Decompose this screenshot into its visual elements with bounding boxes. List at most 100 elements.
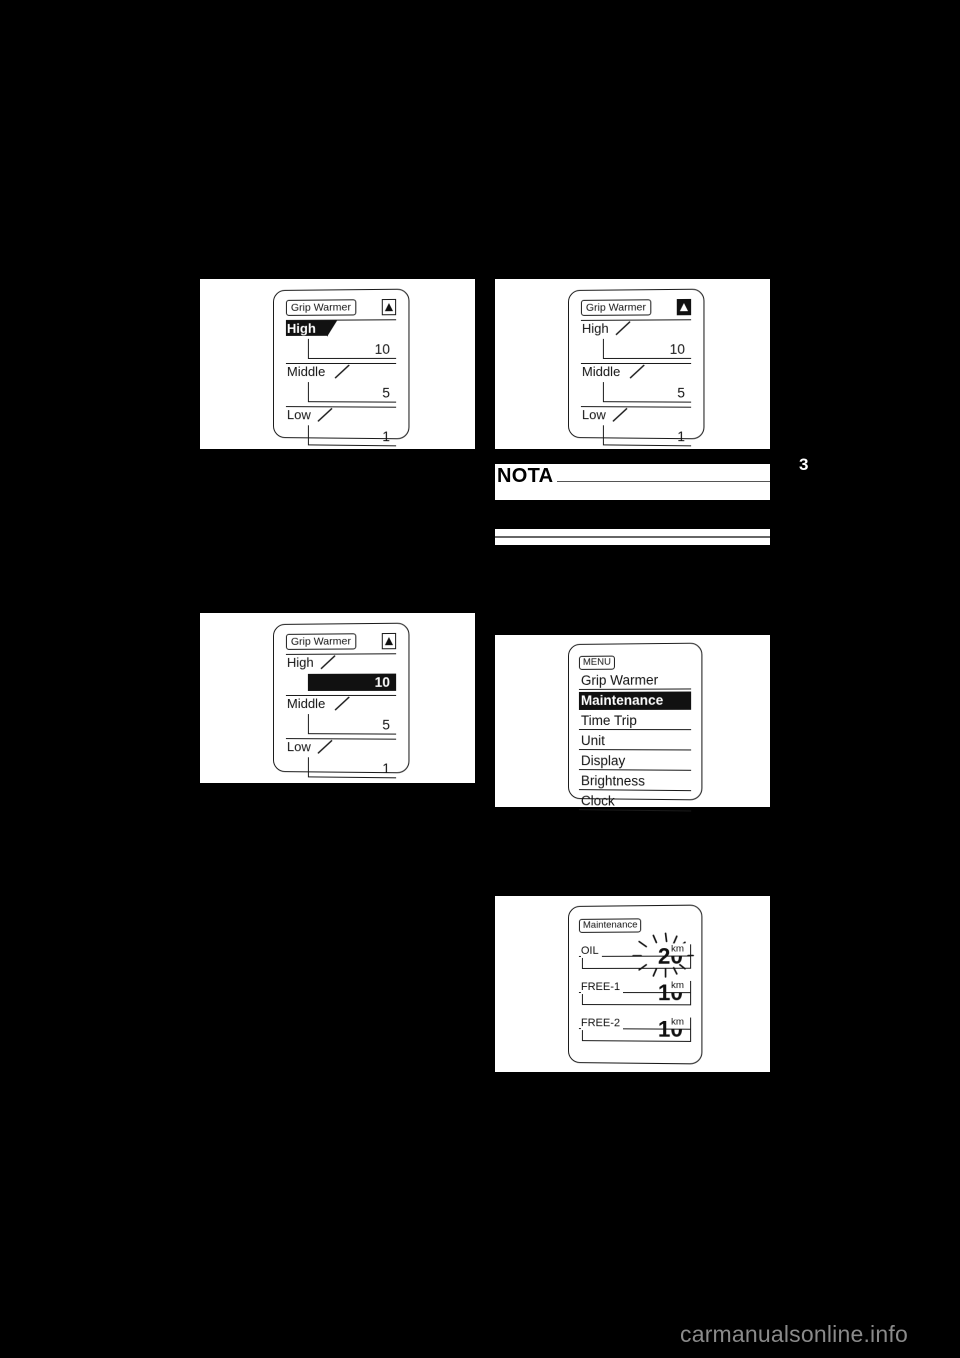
note-body-text <box>495 490 770 499</box>
note-heading-rule <box>557 481 770 482</box>
grip-value-row-high[interactable]: 10 <box>602 338 692 359</box>
maintenance-unit-oil: km <box>669 943 685 956</box>
lcd-title-chip: Grip Warmer <box>285 633 357 650</box>
grip-value-high: 10 <box>669 341 685 357</box>
menu-item-unit[interactable]: Unit <box>578 732 692 751</box>
up-arrow-outline-icon <box>381 298 397 316</box>
grip-value-row-high[interactable]: 10 <box>307 673 397 691</box>
grip-level-label-middle: Middle <box>285 695 328 712</box>
maintenance-unit-free-1: km <box>669 979 685 993</box>
grip-value-row-low[interactable]: 1 <box>602 425 692 447</box>
maintenance-row-free-2[interactable]: FREE-2 km 10 <box>578 1016 692 1042</box>
grip-level-label-high: High <box>580 320 611 336</box>
maintenance-row-free-1[interactable]: FREE-1 km 10 <box>578 979 692 1006</box>
slash-icon <box>334 696 350 711</box>
grip-value-low: 1 <box>382 428 390 445</box>
page-number-tab: 3 <box>799 455 809 474</box>
site-watermark: carmanualsonline.info <box>680 1321 908 1347</box>
lcd-panel: MENU Grip Warmer Maintenance Time Trip U… <box>568 642 703 812</box>
maintenance-label-oil: OIL <box>580 944 602 958</box>
lcd-title-chip: Maintenance <box>578 918 642 933</box>
grip-level-row-middle[interactable]: Middle <box>285 362 397 380</box>
note-block: NOTA <box>495 464 770 500</box>
slash-icon <box>320 655 336 670</box>
menu-item-label: Display <box>580 753 626 769</box>
menu-item-label: Maintenance <box>580 692 664 708</box>
grip-level-label-high: High <box>285 320 328 336</box>
menu-item-label: Unit <box>580 733 605 749</box>
grip-value-middle: 5 <box>677 385 685 401</box>
menu-item-display[interactable]: Display <box>578 752 692 771</box>
menu-item-label: Clock <box>580 793 615 809</box>
maintenance-unit-free-2: km <box>669 1016 685 1029</box>
lcd-title-row: Maintenance <box>578 914 691 933</box>
figure-grip-warmer-plain: Grip Warmer High 10 Middle 5 Low 1 <box>495 279 770 449</box>
grip-level-row-low[interactable]: Low <box>580 406 692 424</box>
lcd-title-row: Grip Warmer <box>580 298 692 316</box>
lcd-title-chip: MENU <box>578 655 615 670</box>
menu-item-label: Brightness <box>580 773 646 789</box>
lcd-panel: Grip Warmer High 10 Middle 5 Low 1 <box>273 622 410 779</box>
slash-icon <box>317 739 333 754</box>
figure-grip-warmer-high-selected: Grip Warmer High 10 Middle 5 Low 1 <box>200 279 475 449</box>
grip-level-label-middle: Middle <box>580 364 623 380</box>
slash-icon <box>317 407 333 422</box>
grip-level-row-low[interactable]: Low <box>285 738 397 756</box>
lcd-title-row: Grip Warmer <box>285 632 397 650</box>
note-closing-rule-band <box>495 529 770 545</box>
grip-level-row-low[interactable]: Low <box>285 406 397 424</box>
lcd-panel: Grip Warmer High 10 Middle 5 Low 1 <box>568 288 705 447</box>
manual-page: Grip Warmer High 10 Middle 5 Low 1 Grip … <box>0 0 960 1358</box>
menu-item-time-trip[interactable]: Time Trip <box>578 711 692 731</box>
lcd-title-chip: Grip Warmer <box>285 299 357 316</box>
grip-level-row-middle[interactable]: Middle <box>580 362 692 380</box>
slash-icon <box>615 321 631 336</box>
grip-level-label-low: Low <box>285 739 313 755</box>
grip-level-row-high[interactable]: High <box>580 319 692 337</box>
grip-value-high: 10 <box>374 341 390 357</box>
menu-item-label: Time Trip <box>580 712 637 729</box>
grip-level-label-low: Low <box>285 407 313 423</box>
grip-value-middle: 5 <box>382 717 390 733</box>
grip-value-high: 10 <box>374 674 390 690</box>
menu-item-grip-warmer[interactable]: Grip Warmer <box>578 671 692 690</box>
grip-level-row-high[interactable]: High <box>285 653 397 671</box>
figure-maintenance: Maintenance OIL km 20 FREE-1 km 10 FREE-… <box>495 896 770 1072</box>
grip-level-label-high: High <box>285 654 316 670</box>
lcd-title-row: MENU <box>578 651 691 670</box>
maintenance-label-free-2: FREE-2 <box>580 1017 624 1031</box>
grip-level-label-low: Low <box>580 407 608 423</box>
grip-level-row-middle[interactable]: Middle <box>285 694 397 712</box>
grip-value-row-middle[interactable]: 5 <box>602 382 692 403</box>
grip-value-row-low[interactable]: 1 <box>307 425 397 447</box>
grip-value-row-middle[interactable]: 5 <box>307 382 397 403</box>
menu-item-maintenance[interactable]: Maintenance <box>578 691 692 710</box>
grip-value-row-high[interactable]: 10 <box>307 338 397 359</box>
grip-level-row-high[interactable]: High <box>285 319 397 337</box>
menu-item-brightness[interactable]: Brightness <box>578 772 692 792</box>
lcd-title-row: Grip Warmer <box>285 298 397 316</box>
up-arrow-filled-icon <box>676 298 692 316</box>
figure-grip-warmer-value-selected: Grip Warmer High 10 Middle 5 Low 1 <box>200 613 475 783</box>
lcd-panel: Maintenance OIL km 20 FREE-1 km 10 FREE-… <box>568 904 703 1065</box>
grip-value-low: 1 <box>382 760 390 777</box>
lcd-title-chip: Grip Warmer <box>580 299 652 316</box>
figure-menu: MENU Grip Warmer Maintenance Time Trip U… <box>495 635 770 812</box>
slash-icon <box>629 364 645 379</box>
slash-icon <box>612 407 628 422</box>
grip-value-row-middle[interactable]: 5 <box>307 714 397 735</box>
slash-icon <box>334 364 350 379</box>
grip-value-row-low[interactable]: 1 <box>307 757 397 779</box>
note-heading-row: NOTA <box>495 464 770 490</box>
up-arrow-outline-icon <box>381 632 397 650</box>
grip-level-label-middle: Middle <box>285 364 328 380</box>
menu-item-label: Grip Warmer <box>580 672 659 688</box>
note-heading: NOTA <box>497 465 554 487</box>
maintenance-row-oil[interactable]: OIL km 20 <box>578 943 691 969</box>
note-closing-rule <box>495 536 770 538</box>
menu-item-clock[interactable]: Clock <box>578 792 692 812</box>
maintenance-label-free-1: FREE-1 <box>580 980 624 995</box>
grip-value-low: 1 <box>677 428 685 445</box>
grip-value-middle: 5 <box>382 385 390 401</box>
lcd-panel: Grip Warmer High 10 Middle 5 Low 1 <box>273 288 410 447</box>
